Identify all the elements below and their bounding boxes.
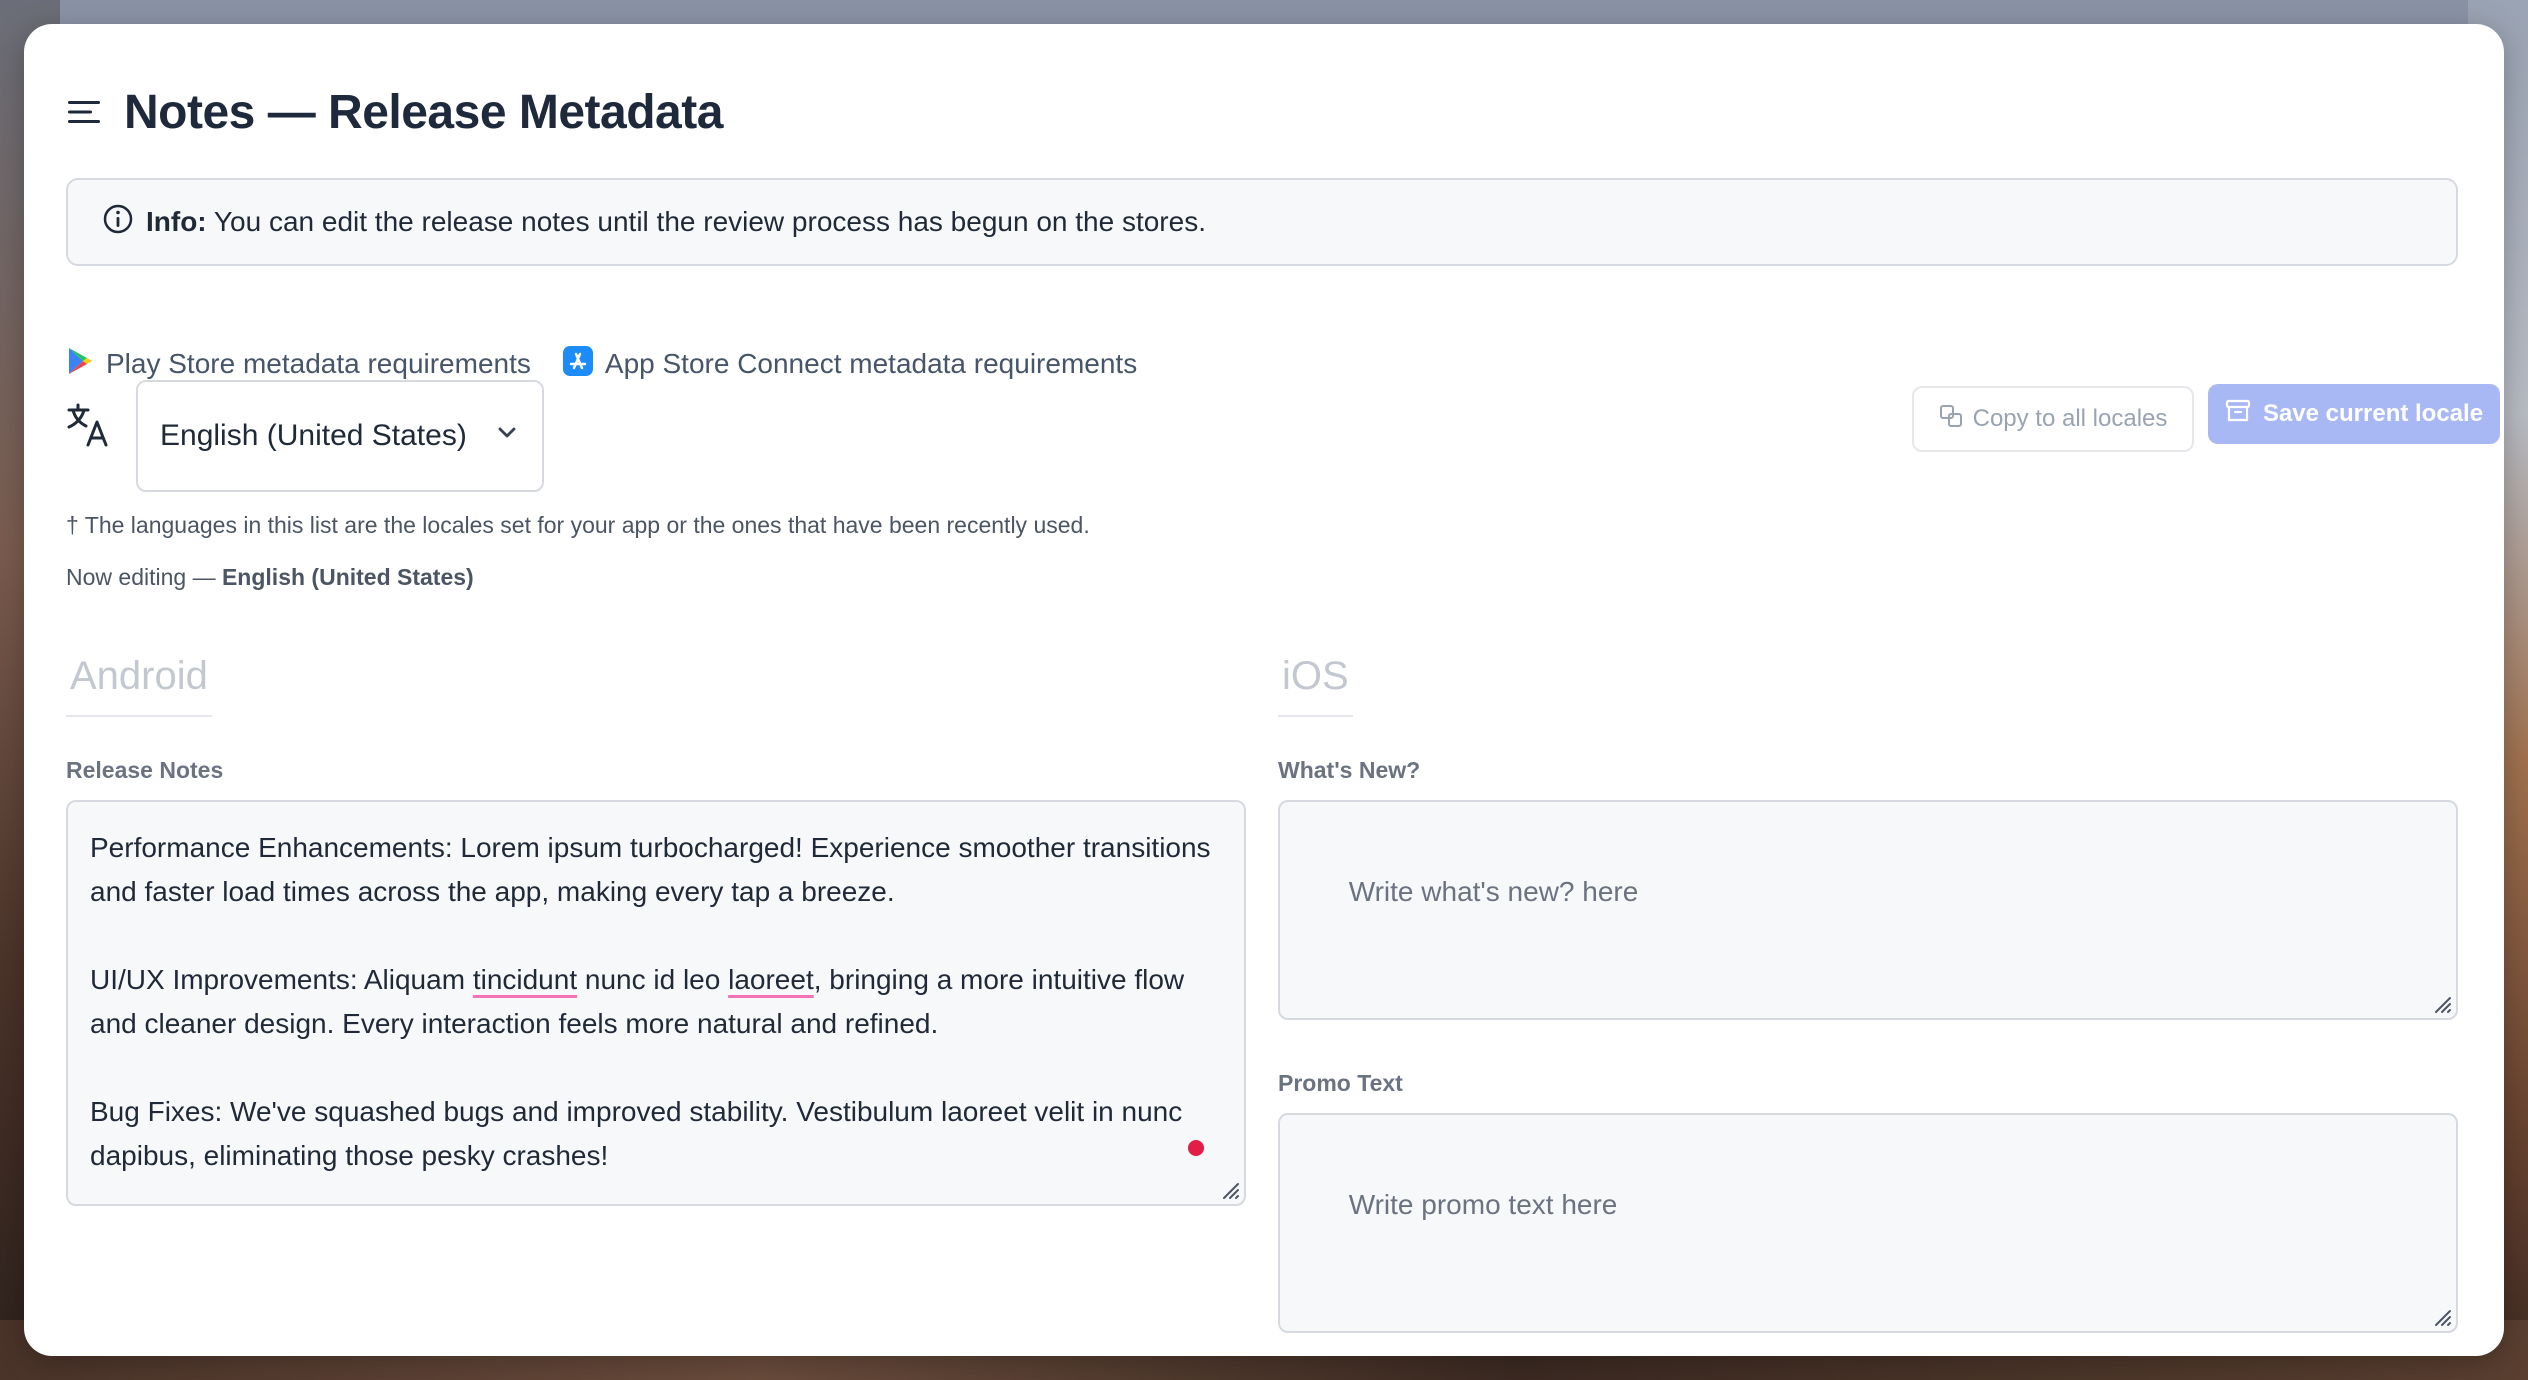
copy-to-all-locales-button[interactable]: Copy to all locales bbox=[1912, 386, 2194, 452]
play-store-link-label: Play Store metadata requirements bbox=[106, 348, 531, 379]
promo-text-placeholder: Write promo text here bbox=[1348, 1189, 1618, 1220]
app-store-icon bbox=[562, 345, 593, 383]
resize-grip-icon[interactable] bbox=[2428, 990, 2452, 1014]
save-button-label: Save current locale bbox=[2262, 400, 2484, 427]
app-store-link-label: App Store Connect metadata requirements bbox=[604, 348, 1138, 379]
info-label: Info: bbox=[146, 206, 207, 237]
misspelled-word: laoreet bbox=[728, 964, 814, 995]
header: Notes — Release Metadata bbox=[66, 64, 723, 160]
now-editing-prefix: Now editing — bbox=[66, 564, 216, 590]
save-current-locale-button[interactable]: Save current locale bbox=[2208, 384, 2500, 444]
translate-icon bbox=[66, 402, 112, 448]
unsaved-indicator bbox=[1188, 1140, 1204, 1156]
whats-new-label: What's New? bbox=[1278, 757, 1421, 783]
locale-select[interactable]: English (United States) bbox=[136, 380, 544, 492]
android-column: Android Release Notes Performance Enhanc… bbox=[66, 654, 1246, 1206]
info-banner: Info: You can edit the release notes unt… bbox=[66, 178, 2458, 266]
now-editing: Now editing — English (United States) bbox=[66, 564, 474, 591]
now-editing-value: English (United States) bbox=[221, 564, 474, 590]
archive-icon bbox=[2225, 398, 2251, 431]
app-store-link[interactable]: App Store Connect metadata requirements bbox=[562, 345, 1138, 383]
promo-text-textarea[interactable]: Write promo text here bbox=[1278, 1113, 2458, 1333]
locale-toolbar: English (United States) Copy to all loca… bbox=[66, 380, 2500, 492]
release-notes-p1: Performance Enhancements: Lorem ipsum tu… bbox=[90, 832, 1219, 907]
page-title: Notes — Release Metadata bbox=[124, 85, 723, 139]
info-text: You can edit the release notes until the… bbox=[213, 206, 1206, 237]
play-store-link[interactable]: Play Store metadata requirements bbox=[66, 346, 531, 383]
copy-icon bbox=[1939, 404, 1963, 435]
play-store-icon bbox=[66, 346, 94, 383]
locale-select-value: English (United States) bbox=[160, 419, 467, 452]
resize-grip-icon[interactable] bbox=[2428, 1303, 2452, 1327]
whats-new-placeholder: Write what's new? here bbox=[1348, 876, 1639, 907]
release-notes-p3: Bug Fixes: We've squashed bugs and impro… bbox=[90, 1096, 1191, 1171]
ios-title: iOS bbox=[1278, 654, 1353, 717]
resize-grip-icon[interactable] bbox=[1216, 1176, 1240, 1200]
locale-footnote: † The languages in this list are the loc… bbox=[66, 512, 1090, 538]
menu-icon[interactable] bbox=[66, 94, 102, 130]
notes-window: Notes — Release Metadata Info: You can e… bbox=[24, 24, 2504, 1356]
info-icon bbox=[102, 203, 134, 242]
copy-button-label: Copy to all locales bbox=[1972, 405, 2168, 432]
ios-column: iOS What's New? Write what's new? here P… bbox=[1278, 654, 2458, 1333]
release-notes-label: Release Notes bbox=[66, 757, 224, 783]
promo-text-label: Promo Text bbox=[1278, 1070, 1403, 1096]
release-notes-textarea[interactable]: Performance Enhancements: Lorem ipsum tu… bbox=[66, 800, 1246, 1206]
android-title: Android bbox=[66, 654, 212, 717]
chevron-down-icon bbox=[494, 419, 520, 453]
misspelled-word: tincidunt bbox=[472, 964, 578, 995]
whats-new-textarea[interactable]: Write what's new? here bbox=[1278, 800, 2458, 1020]
